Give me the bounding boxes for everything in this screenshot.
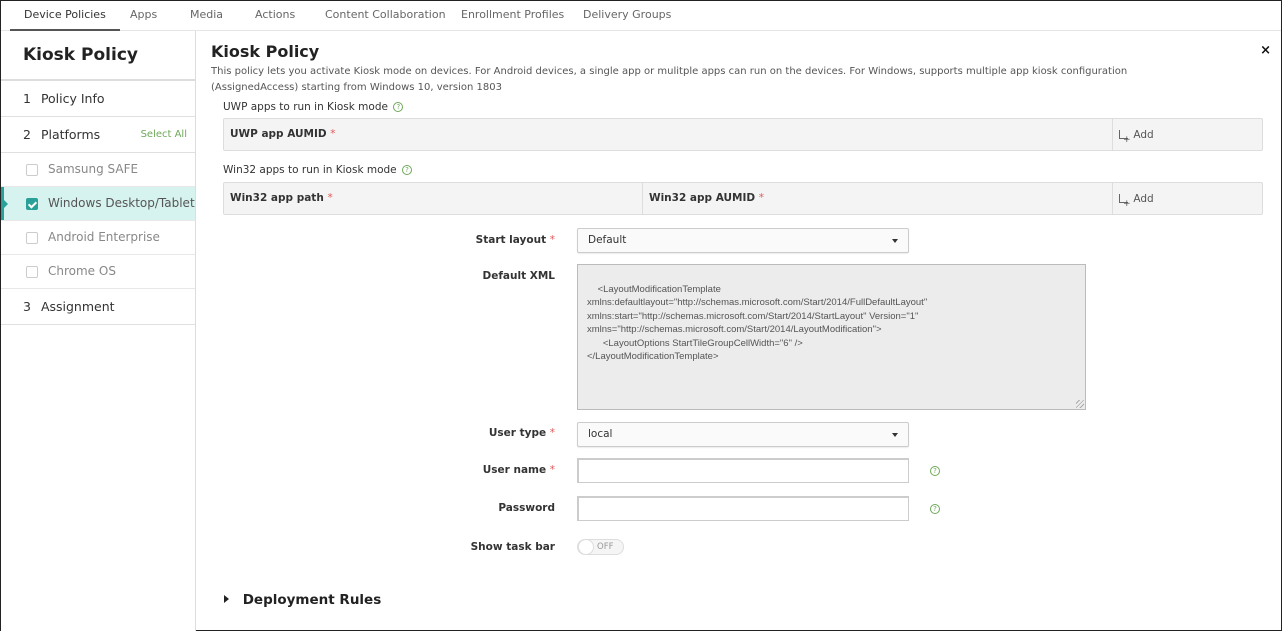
platform-label: Chrome OS: [48, 264, 116, 278]
column-divider: [1112, 183, 1113, 214]
win32-add-button[interactable]: Add: [1119, 183, 1154, 221]
required-marker: *: [549, 234, 555, 246]
label-text: User type: [488, 427, 547, 439]
checkbox[interactable]: [26, 266, 38, 278]
wizard-sidebar: Kiosk Policy 1 Policy Info 2 Platforms S…: [1, 31, 196, 631]
caret-right-icon: [224, 595, 229, 603]
help-icon[interactable]: ?: [401, 165, 412, 175]
show-task-bar-label: Show task bar: [470, 541, 555, 553]
uwp-apps-table: UWP app AUMID * Add: [223, 118, 1263, 157]
tab-actions[interactable]: Actions: [255, 1, 295, 31]
help-icon[interactable]: ?: [930, 466, 940, 476]
password-input[interactable]: [577, 496, 909, 521]
step-number: 1: [23, 91, 31, 106]
password-label: Password: [498, 502, 555, 514]
win32-path-header: Win32 app path *: [224, 183, 333, 214]
checkbox[interactable]: [26, 164, 38, 176]
user-type-select[interactable]: local: [577, 422, 909, 447]
close-icon[interactable]: ×: [1260, 43, 1271, 58]
add-label: Add: [1133, 129, 1154, 141]
policy-description: This policy lets you activate Kiosk mode…: [211, 66, 1128, 93]
platform-label: Windows Desktop/Tablet: [48, 196, 195, 210]
required-marker: *: [549, 464, 555, 476]
show-task-bar-toggle[interactable]: OFF: [577, 539, 624, 555]
start-layout-label: Start layout *: [395, 234, 555, 246]
step-policy-info[interactable]: 1 Policy Info: [1, 81, 195, 117]
step-label: Policy Info: [40, 91, 105, 106]
tab-enrollment-profiles[interactable]: Enrollment Profiles: [461, 1, 564, 31]
platform-samsung-safe[interactable]: Samsung SAFE: [1, 153, 195, 187]
platform-chrome-os[interactable]: Chrome OS: [1, 255, 195, 289]
platform-label: Android Enterprise: [48, 230, 160, 244]
tab-device-policies[interactable]: Device Policies: [10, 1, 120, 31]
platform-label: Samsung SAFE: [48, 162, 139, 176]
xml-content: <LayoutModificationTemplate xmlns:defaul…: [587, 283, 928, 363]
step-platforms[interactable]: 2 Platforms Select All: [1, 117, 195, 153]
user-type-label: User type *: [395, 427, 555, 439]
uwp-add-button[interactable]: Add: [1119, 119, 1154, 157]
tab-content-collaboration[interactable]: Content Collaboration: [325, 1, 446, 31]
selected-value: local: [588, 428, 613, 440]
label-text: User name: [482, 464, 547, 476]
required-marker: *: [330, 128, 336, 140]
user-name-label: User name *: [395, 464, 555, 476]
default-xml-textarea[interactable]: <LayoutModificationTemplate xmlns:defaul…: [577, 264, 1086, 410]
step-label: Platforms: [40, 127, 101, 142]
deployment-rules-expander[interactable]: Deployment Rules: [224, 592, 381, 608]
add-label: Add: [1133, 193, 1154, 205]
help-icon[interactable]: ?: [393, 102, 404, 112]
step-number: 3: [23, 299, 31, 314]
help-icon[interactable]: ?: [930, 504, 940, 514]
required-marker: *: [758, 192, 765, 204]
win32-aumid-header: Win32 app AUMID *: [643, 183, 764, 214]
page-title: Kiosk Policy: [211, 42, 320, 61]
tab-apps[interactable]: Apps: [130, 1, 157, 31]
add-icon: [1119, 188, 1131, 221]
default-xml-label: Default XML: [482, 270, 555, 282]
selected-value: Default: [588, 234, 627, 246]
add-icon: [1119, 124, 1131, 157]
required-marker: *: [327, 192, 333, 204]
column-header: Win32 app path: [230, 192, 324, 204]
start-layout-select[interactable]: Default: [577, 228, 909, 253]
platform-android-enterprise[interactable]: Android Enterprise: [1, 221, 195, 255]
win32-section-label: Win32 apps to run in Kiosk mode ?: [223, 164, 412, 176]
uwp-section-label: UWP apps to run in Kiosk mode ?: [223, 101, 404, 113]
chevron-down-icon: [892, 239, 898, 243]
active-indicator-icon: [4, 200, 8, 208]
tab-delivery-groups[interactable]: Delivery Groups: [583, 1, 671, 31]
step-label: Assignment: [40, 299, 115, 314]
platform-windows-desktop-tablet[interactable]: Windows Desktop/Tablet: [1, 187, 195, 221]
select-all-link[interactable]: Select All: [141, 117, 187, 152]
deployment-rules-label: Deployment Rules: [242, 592, 382, 608]
toggle-knob: [578, 539, 594, 555]
step-assignment[interactable]: 3 Assignment: [1, 289, 195, 325]
column-divider: [1112, 119, 1113, 150]
policy-form: Kiosk Policy × This policy lets you acti…: [197, 31, 1281, 631]
label-text: Start layout: [475, 234, 547, 246]
tab-media[interactable]: Media: [190, 1, 223, 31]
chevron-down-icon: [892, 433, 898, 437]
uwp-aumid-header: UWP app AUMID *: [224, 119, 336, 150]
column-header: UWP app AUMID: [230, 128, 327, 140]
sidebar-title: Kiosk Policy: [1, 31, 195, 81]
top-navigation: Device Policies Apps Media Actions Conte…: [1, 1, 1281, 31]
win32-label-text: Win32 apps to run in Kiosk mode: [223, 164, 397, 176]
toggle-state: OFF: [597, 542, 614, 552]
required-marker: *: [549, 427, 555, 439]
uwp-label-text: UWP apps to run in Kiosk mode: [223, 101, 388, 113]
user-name-input[interactable]: [577, 458, 909, 483]
resize-handle-icon[interactable]: [1076, 400, 1084, 408]
checkbox-checked[interactable]: [26, 198, 38, 210]
column-header: Win32 app AUMID: [649, 192, 756, 204]
win32-apps-table: Win32 app path * Win32 app AUMID * Add: [223, 182, 1263, 221]
checkbox[interactable]: [26, 232, 38, 244]
step-number: 2: [23, 127, 31, 142]
